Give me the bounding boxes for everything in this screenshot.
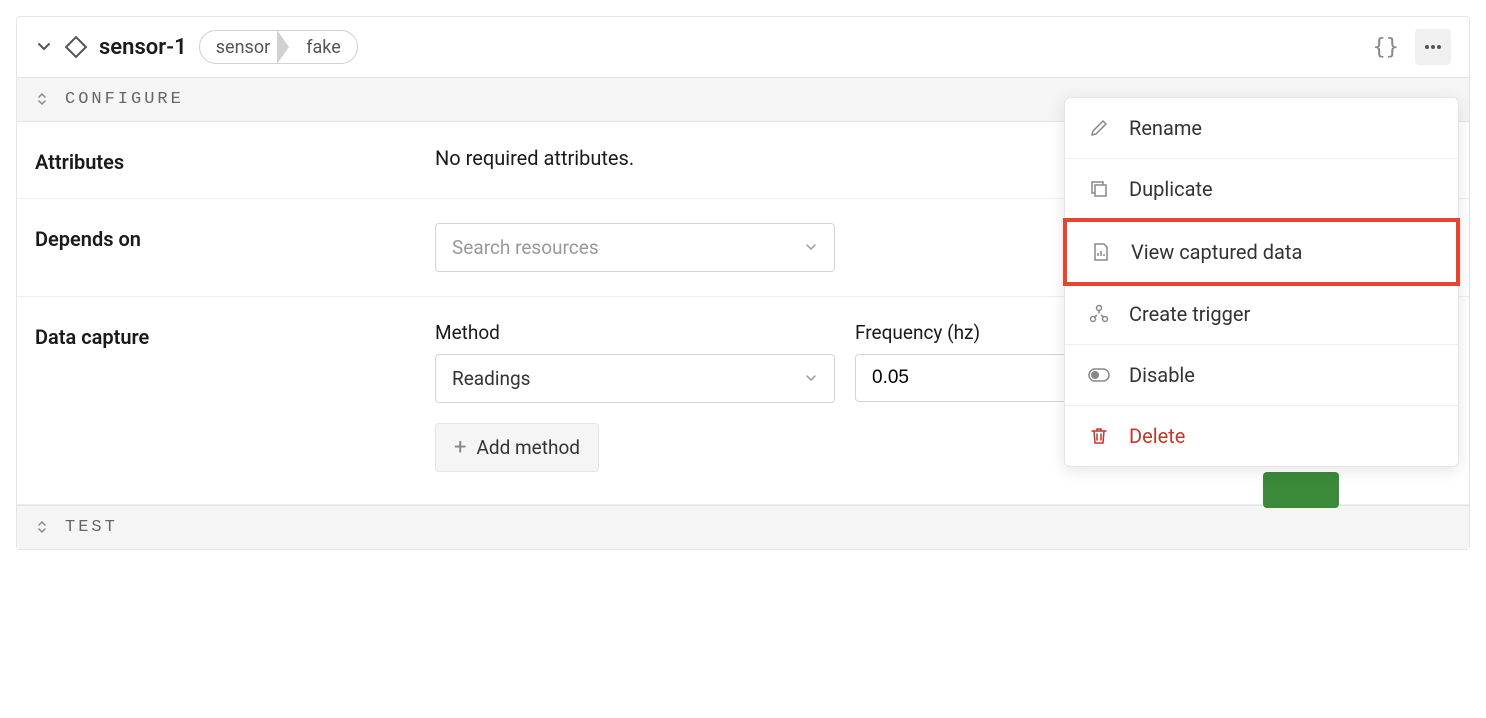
component-diamond-icon [65,36,87,58]
header-actions: {} [1373,29,1452,65]
menu-rename[interactable]: Rename [1065,98,1458,159]
menu-disable-label: Disable [1129,363,1195,387]
menu-trigger-label: Create trigger [1129,302,1250,326]
attributes-label: Attributes [35,146,435,174]
json-braces-icon[interactable]: {} [1373,35,1400,60]
more-actions-button[interactable] [1415,29,1451,65]
component-panel: sensor-1 sensor fake {} CONFIGURE Attrib… [16,16,1470,550]
plus-icon: + [454,437,466,459]
method-select[interactable]: Readings [435,354,835,403]
tag-sensor: sensor [200,33,278,62]
pencil-icon [1087,116,1111,140]
menu-rename-label: Rename [1129,116,1202,140]
chevron-down-icon [804,367,818,390]
method-value: Readings [452,367,530,390]
trash-icon [1087,424,1111,448]
component-name: sensor-1 [99,35,187,60]
test-section-header[interactable]: TEST [17,505,1469,549]
data-capture-label: Data capture [35,321,435,349]
toggle-icon [1087,363,1111,387]
menu-view-captured-data[interactable]: View captured data [1063,218,1460,286]
menu-duplicate[interactable]: Duplicate [1065,159,1458,220]
menu-delete-label: Delete [1129,424,1185,448]
enable-toggle[interactable] [1263,472,1339,508]
configure-title: CONFIGURE [65,90,184,109]
collapse-chevron-icon[interactable] [35,38,53,56]
expand-up-down-icon [35,520,51,536]
menu-create-trigger[interactable]: Create trigger [1065,284,1458,345]
depends-on-placeholder: Search resources [452,236,599,259]
menu-disable[interactable]: Disable [1065,345,1458,406]
chevron-down-icon [804,236,818,259]
menu-view-data-label: View captured data [1131,240,1302,264]
tag-fake: fake [290,33,357,62]
menu-delete[interactable]: Delete [1065,406,1458,466]
add-method-button[interactable]: + Add method [435,423,599,472]
depends-on-label: Depends on [35,223,435,251]
depends-on-select[interactable]: Search resources [435,223,835,272]
test-title: TEST [65,518,118,537]
menu-duplicate-label: Duplicate [1129,177,1213,201]
chart-file-icon [1089,240,1113,264]
tag-separator-icon [278,30,290,64]
component-type-tags: sensor fake [199,30,358,64]
trigger-icon [1087,302,1111,326]
actions-dropdown: Rename Duplicate View captured data Crea… [1064,97,1459,467]
duplicate-icon [1087,177,1111,201]
collapse-up-down-icon [35,92,51,108]
add-method-label: Add method [476,436,580,459]
method-label: Method [435,321,835,344]
component-header: sensor-1 sensor fake {} [17,17,1469,78]
